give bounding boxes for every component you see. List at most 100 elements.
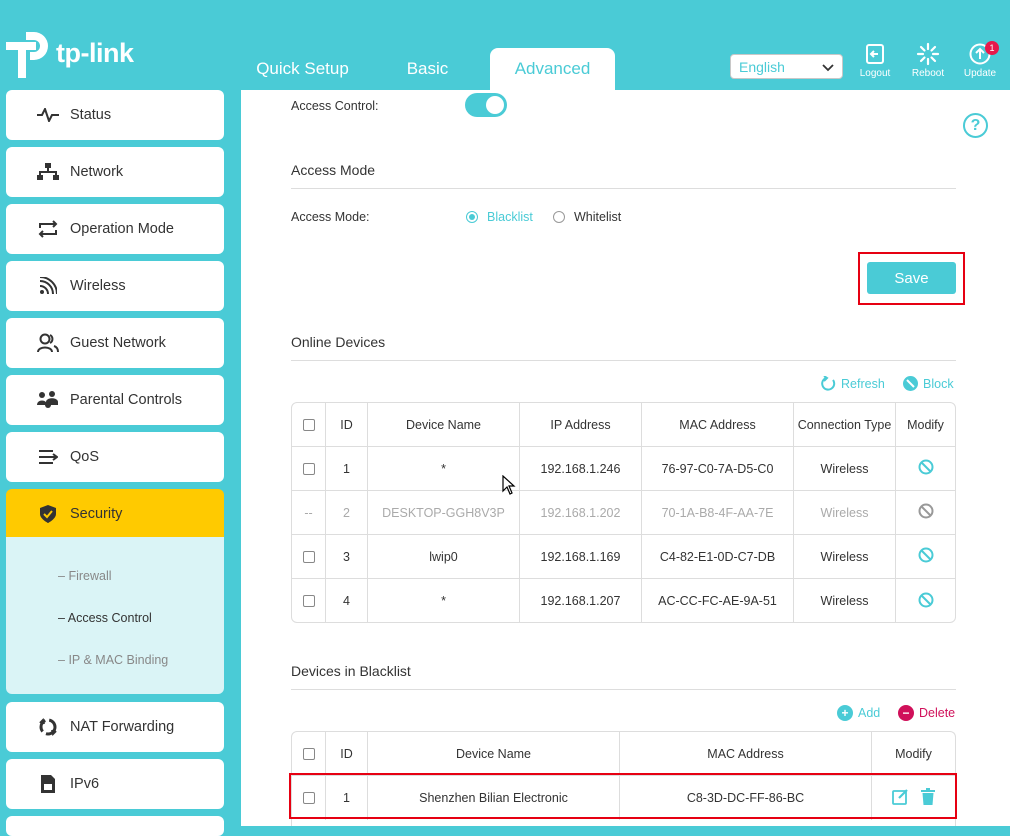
sidebar-item-status[interactable]: Status [6,90,224,140]
sidebar-item-label: Parental Controls [70,392,183,408]
sidebar-item-ipv6[interactable]: IPv6 [6,759,224,809]
sidebar-item-parental-controls[interactable]: Parental Controls [6,375,224,425]
delete-label: Delete [919,706,956,720]
column-header: Device Name [368,403,520,446]
submenu-item-ip-mac-binding[interactable]: – IP & MAC Binding [58,653,168,667]
main-panel: Access Control: ? Access Mode Access Mod… [241,90,1010,826]
update-label: Update [963,68,997,79]
sidebar-item-qos[interactable]: QoS [6,432,224,482]
select-all-checkbox-cell [292,732,326,775]
row-checkbox[interactable] [302,792,315,804]
modify-cell [896,447,955,490]
radio-whitelist[interactable]: Whitelist [553,210,621,224]
language-select[interactable]: English [730,54,843,79]
device-name: * [368,579,520,622]
connection-type: Wireless [794,491,896,534]
sidebar-item-label: Operation Mode [70,221,174,237]
logout-button[interactable]: Logout [850,42,900,79]
add-button[interactable]: + Add [837,705,880,721]
column-header: ID [326,732,368,775]
sidebar-item-wireless[interactable]: Wireless [6,261,224,311]
save-button[interactable]: Save [867,262,956,294]
block-button[interactable]: Block [903,376,954,391]
sidebar-item-label: Wireless [70,278,126,294]
logout-label: Logout [859,68,891,79]
reboot-icon [903,42,953,66]
sidebar-item-label: Status [70,107,112,123]
qos-icon [34,449,62,465]
delete-button[interactable]: − Delete [898,705,955,721]
device-name: * [368,447,520,490]
row-checkbox-cell [292,579,326,622]
select-all-checkbox[interactable] [302,418,315,431]
device-mac: C8-3D-DC-FF-86-BC [620,776,872,820]
sidebar-item-operation-mode[interactable]: Operation Mode [6,204,224,254]
logout-icon [850,42,900,66]
tab-basic[interactable]: Basic [370,48,485,90]
block-device-icon[interactable] [918,459,934,478]
table-header-row: ID Device Name MAC Address Modify [292,732,955,776]
online-devices-table: ID Device Name IP Address MAC Address Co… [291,402,956,623]
connection-type: Wireless [794,447,896,490]
column-header: ID [326,403,368,446]
table-row: 4 * 192.168.1.207 AC-CC-FC-AE-9A-51 Wire… [292,579,955,622]
block-icon [903,376,918,391]
update-button[interactable]: 1 Update [955,41,1005,79]
reboot-button[interactable]: Reboot [903,42,953,79]
save-highlight: Save [858,252,965,305]
sidebar-item-more[interactable] [6,816,224,836]
table-row: -- 2 DESKTOP-GGH8V3P 192.168.1.202 70-1A… [292,491,955,535]
reboot-label: Reboot [911,68,945,79]
nat-icon [34,717,62,737]
tab-advanced[interactable]: Advanced [490,48,615,90]
table-row: 3 lwip0 192.168.1.169 C4-82-E1-0D-C7-DB … [292,535,955,579]
device-ip: 192.168.1.246 [520,447,642,490]
sidebar-item-label: NAT Forwarding [70,719,175,735]
sidebar-item-label: Network [70,164,124,180]
submenu-label: IP & MAC Binding [68,653,169,667]
device-id: 1 [326,776,368,820]
device-ip: 192.168.1.207 [520,579,642,622]
tab-quick-setup[interactable]: Quick Setup [240,48,365,90]
radio-blacklist[interactable]: Blacklist [466,210,533,224]
sidebar-item-security[interactable]: Security [6,489,224,539]
modify-cell [872,776,955,820]
radio-label: Whitelist [574,210,622,224]
toggle-knob [486,96,504,114]
sidebar-item-label: IPv6 [70,776,100,792]
add-icon: + [837,705,853,721]
row-disabled-marker: -- [292,491,326,534]
refresh-label: Refresh [841,376,885,391]
submenu-label: Access Control [67,611,152,625]
tp-link-logo[interactable]: tp-link [6,28,134,78]
device-mac: 76-97-C0-7A-D5-C0 [642,447,794,490]
column-header: MAC Address [642,403,794,446]
access-control-toggle[interactable] [465,93,507,117]
modify-cell [896,491,955,534]
sidebar: Status Network Operation Mode Wireless G… [0,90,230,836]
block-device-icon[interactable] [918,547,934,566]
trash-icon[interactable] [921,788,935,808]
shield-icon [34,504,62,524]
chevron-down-icon [822,59,834,75]
device-ip: 192.168.1.169 [520,535,642,578]
row-checkbox[interactable] [302,462,315,475]
refresh-button[interactable]: Refresh [821,376,885,391]
sidebar-item-guest-network[interactable]: Guest Network [6,318,224,368]
parental-icon [34,391,62,409]
help-icon[interactable]: ? [963,113,988,138]
submenu-item-firewall[interactable]: – Firewall [58,569,112,583]
mouse-cursor-icon [502,474,516,498]
edit-icon[interactable] [892,788,909,808]
sidebar-item-nat-forwarding[interactable]: NAT Forwarding [6,702,224,752]
block-device-icon[interactable] [918,592,934,611]
sidebar-item-network[interactable]: Network [6,147,224,197]
row-checkbox[interactable] [302,595,315,607]
submenu-item-access-control[interactable]: – Access Control [58,611,152,625]
sidebar-item-label: Guest Network [70,335,166,351]
device-id: 3 [326,535,368,578]
select-all-checkbox[interactable] [302,747,315,760]
blacklist-title: Devices in Blacklist [291,663,956,690]
column-header: MAC Address [620,732,872,775]
row-checkbox[interactable] [302,550,315,563]
